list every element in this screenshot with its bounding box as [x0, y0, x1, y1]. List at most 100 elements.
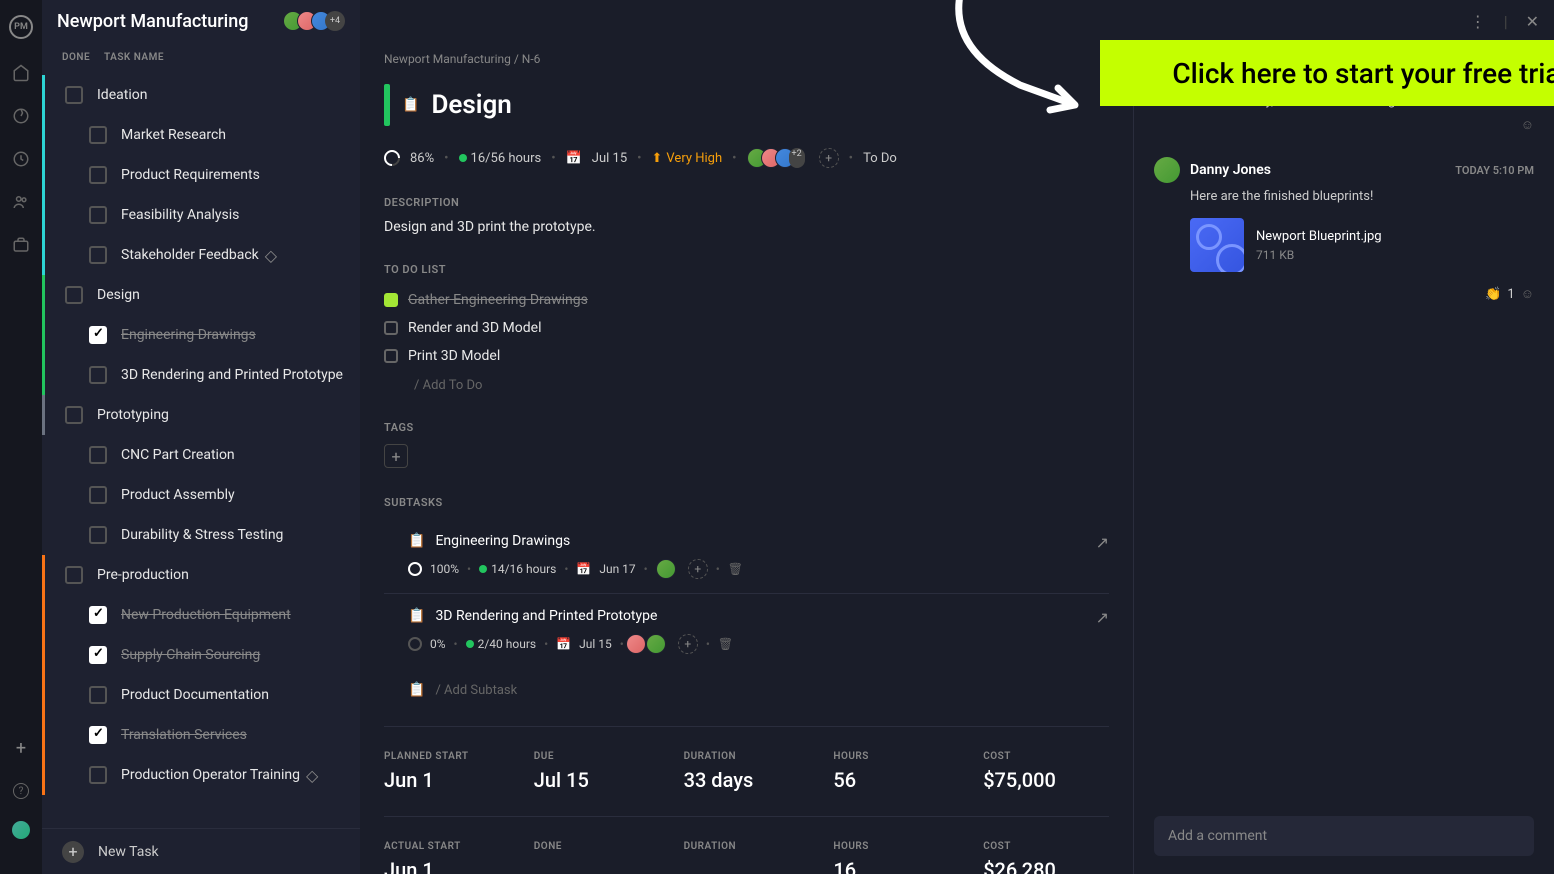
assignee-stack[interactable]: +2	[747, 148, 805, 168]
current-user-avatar[interactable]	[12, 821, 30, 839]
task-checkbox[interactable]	[89, 486, 107, 504]
subtask-item[interactable]: 📋 Engineering Drawings ↗ 100% • 14/16 ho…	[384, 519, 1109, 593]
task-detail-panel: Newport Manufacturing / N-6 📋 Design 86%…	[360, 42, 1134, 874]
task-item[interactable]: Production Operator Training◇	[42, 755, 360, 795]
task-title[interactable]: Design	[431, 90, 511, 120]
task-checkbox[interactable]	[89, 246, 107, 264]
task-checkbox[interactable]	[89, 206, 107, 224]
todo-checkbox[interactable]	[384, 293, 398, 307]
clock-icon[interactable]	[12, 150, 30, 168]
todo-checkbox[interactable]	[384, 321, 398, 335]
task-item[interactable]: Durability & Stress Testing	[42, 515, 360, 555]
add-reaction-icon[interactable]: ☺	[1521, 286, 1534, 302]
stat-label: HOURS	[833, 841, 959, 852]
help-icon[interactable]: ?	[13, 783, 29, 799]
task-name: Supply Chain Sourcing	[121, 647, 260, 663]
task-item[interactable]: Engineering Drawings	[42, 315, 360, 355]
task-checkbox[interactable]	[89, 326, 107, 344]
calendar-icon: 📅	[566, 151, 582, 166]
avatar	[626, 634, 646, 654]
task-checkbox[interactable]	[65, 566, 83, 584]
main-content: ⋮ | ✕ Click here to start your free tria…	[360, 0, 1554, 874]
task-checkbox[interactable]	[89, 726, 107, 744]
task-checkbox[interactable]	[65, 406, 83, 424]
open-subtask-icon[interactable]: ↗	[1096, 608, 1109, 627]
task-item[interactable]: CNC Part Creation	[42, 435, 360, 475]
smile-icon: ☺	[1521, 117, 1534, 133]
reaction-emoji: 👏	[1485, 287, 1501, 302]
task-item[interactable]: Stakeholder Feedback◇	[42, 235, 360, 275]
task-checkbox[interactable]	[89, 766, 107, 784]
task-checkbox[interactable]	[89, 646, 107, 664]
subtask-assignees[interactable]	[656, 559, 676, 579]
task-checkbox[interactable]	[65, 86, 83, 104]
subtask-assignees[interactable]	[632, 634, 666, 654]
add-todo-button[interactable]: / Add To Do	[384, 370, 1109, 393]
task-list-header: DONE TASK NAME	[42, 42, 360, 75]
team-icon[interactable]	[12, 193, 30, 211]
todo-item[interactable]: Gather Engineering Drawings	[384, 286, 1109, 314]
project-members[interactable]: +4	[283, 11, 345, 31]
add-assignee-button[interactable]: +	[678, 634, 698, 654]
open-subtask-icon[interactable]: ↗	[1096, 533, 1109, 552]
task-item[interactable]: Product Documentation	[42, 675, 360, 715]
task-checkbox[interactable]	[89, 526, 107, 544]
todo-checkbox[interactable]	[384, 349, 398, 363]
task-item[interactable]: 3D Rendering and Printed Prototype	[42, 355, 360, 395]
add-subtask-button[interactable]: 📋 / Add Subtask	[384, 668, 1109, 698]
new-task-button[interactable]: + New Task	[42, 828, 360, 874]
app-logo[interactable]: PM	[9, 15, 33, 39]
todo-text: Print 3D Model	[408, 348, 500, 364]
todo-item[interactable]: Print 3D Model	[384, 342, 1109, 370]
breadcrumb[interactable]: Newport Manufacturing / N-6	[384, 52, 1109, 66]
briefcase-icon[interactable]	[12, 236, 30, 254]
stat-value: 33 days	[684, 768, 810, 792]
task-item[interactable]: Product Assembly	[42, 475, 360, 515]
task-item[interactable]: Supply Chain Sourcing	[42, 635, 360, 675]
task-priority[interactable]: ⬆Very High	[652, 151, 723, 166]
task-checkbox[interactable]	[89, 446, 107, 464]
task-name: Translation Services	[121, 727, 247, 743]
task-item[interactable]: Market Research	[42, 115, 360, 155]
reaction-row[interactable]: 👏1☺	[1190, 286, 1534, 302]
home-icon[interactable]	[12, 64, 30, 82]
task-status[interactable]: To Do	[863, 151, 897, 166]
close-icon[interactable]: ✕	[1526, 12, 1539, 31]
attachment[interactable]: Newport Blueprint.jpg 711 KB	[1190, 218, 1534, 272]
add-icon[interactable]: +	[16, 738, 26, 759]
task-checkbox[interactable]	[65, 286, 83, 304]
add-assignee-button[interactable]: +	[819, 148, 839, 168]
comment-text: Here are the finished blueprints!	[1190, 189, 1534, 204]
task-checkbox[interactable]	[89, 606, 107, 624]
cta-banner[interactable]: Click here to start your free trial	[1100, 40, 1554, 106]
add-reaction[interactable]: ☺	[1190, 117, 1534, 133]
stat-cell: COST$26,280	[983, 841, 1109, 874]
task-checkbox[interactable]	[89, 366, 107, 384]
task-item[interactable]: Pre-production	[42, 555, 360, 595]
task-meta: 86% • 16/56 hours • 📅 Jul 15 • ⬆Very Hig…	[384, 148, 1109, 168]
task-item[interactable]: Product Requirements	[42, 155, 360, 195]
delete-icon[interactable]: 🗑	[718, 637, 733, 651]
task-due[interactable]: Jul 15	[592, 151, 627, 166]
task-description[interactable]: Design and 3D print the prototype.	[384, 219, 1109, 235]
add-assignee-button[interactable]: +	[688, 559, 708, 579]
activity-icon[interactable]	[12, 107, 30, 125]
task-item[interactable]: Prototyping	[42, 395, 360, 435]
task-checkbox[interactable]	[89, 686, 107, 704]
todo-item[interactable]: Render and 3D Model	[384, 314, 1109, 342]
add-tag-button[interactable]: +	[384, 444, 408, 468]
task-item[interactable]: Translation Services	[42, 715, 360, 755]
comment-input[interactable]: Add a comment	[1154, 816, 1534, 856]
comment-avatar[interactable]	[1154, 157, 1180, 183]
delete-icon[interactable]: 🗑	[728, 562, 743, 576]
progress-ring-icon	[381, 147, 404, 170]
task-item[interactable]: New Production Equipment	[42, 595, 360, 635]
task-name: New Production Equipment	[121, 607, 291, 623]
task-checkbox[interactable]	[89, 126, 107, 144]
task-checkbox[interactable]	[89, 166, 107, 184]
task-item[interactable]: Feasibility Analysis	[42, 195, 360, 235]
more-menu-icon[interactable]: ⋮	[1470, 12, 1486, 31]
task-item[interactable]: Ideation	[42, 75, 360, 115]
task-item[interactable]: Design	[42, 275, 360, 315]
subtask-item[interactable]: 📋 3D Rendering and Printed Prototype ↗ 0…	[384, 593, 1109, 668]
